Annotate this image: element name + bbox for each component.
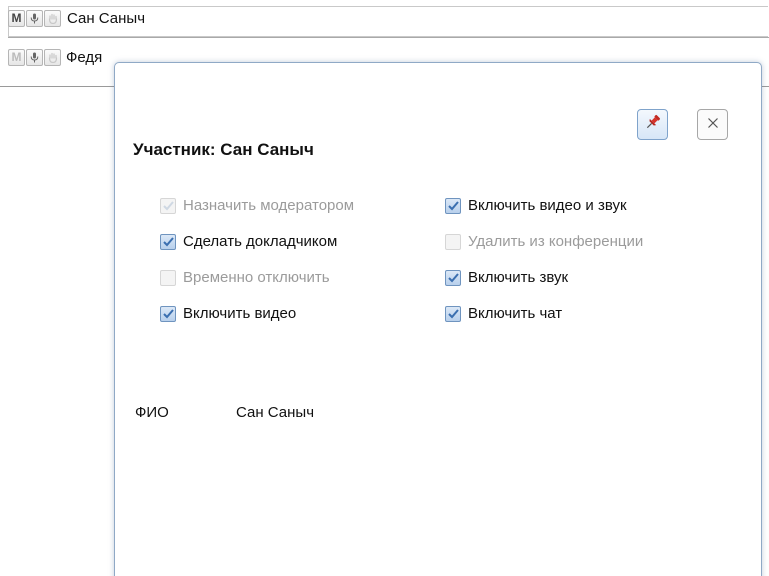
option-enable-chat[interactable]: Включить чат [445,305,562,322]
participant-name: Сан Саныч [67,9,146,27]
checkbox[interactable] [160,233,176,250]
checkbox[interactable] [445,233,461,250]
checkbox[interactable] [445,305,461,322]
participant-row[interactable]: M Сан Саныч [8,8,145,28]
option-label: Временно отключить [183,269,330,286]
checkbox[interactable] [445,269,461,286]
option-remove-from-conference[interactable]: Удалить из конференции [445,233,643,250]
option-label: Сделать докладчиком [183,233,338,250]
pin-button[interactable] [637,109,668,140]
close-icon [707,116,719,134]
hand-icon[interactable] [44,48,61,66]
participant-row[interactable]: M Федя [8,47,102,67]
full-name-value: Сан Саныч [236,404,315,421]
close-button[interactable] [697,109,728,140]
option-temporarily-disable[interactable]: Временно отключить [160,269,330,286]
option-enable-video[interactable]: Включить видео [160,305,296,322]
moderator-m-icon[interactable]: M [8,9,25,27]
option-enable-audio[interactable]: Включить звук [445,269,568,286]
hand-icon[interactable] [44,9,61,27]
moderator-m-icon[interactable]: M [8,48,25,66]
option-label: Включить чат [468,305,563,322]
microphone-icon[interactable] [26,9,43,27]
pin-icon [644,113,662,136]
dialog-title: Участник: Сан Саныч [133,140,314,159]
option-label: Включить звук [468,269,569,286]
option-make-presenter[interactable]: Сделать докладчиком [160,233,337,250]
checkbox[interactable] [445,197,461,214]
option-enable-video-and-audio[interactable]: Включить видео и звук [445,197,627,214]
row-divider [8,37,769,38]
checkbox[interactable] [160,269,176,286]
participant-dialog: Участник: Сан Саныч Назначить модераторо… [114,62,762,576]
microphone-icon[interactable] [26,48,43,66]
option-make-moderator[interactable]: Назначить модератором [160,197,354,214]
option-label: Включить видео и звук [468,197,627,214]
participant-name: Федя [66,48,103,66]
checkbox[interactable] [160,197,176,214]
option-label: Включить видео [183,305,297,322]
full-name-label: ФИО [135,404,169,421]
checkbox[interactable] [160,305,176,322]
option-label: Удалить из конференции [468,233,644,250]
option-label: Назначить модератором [183,197,355,214]
